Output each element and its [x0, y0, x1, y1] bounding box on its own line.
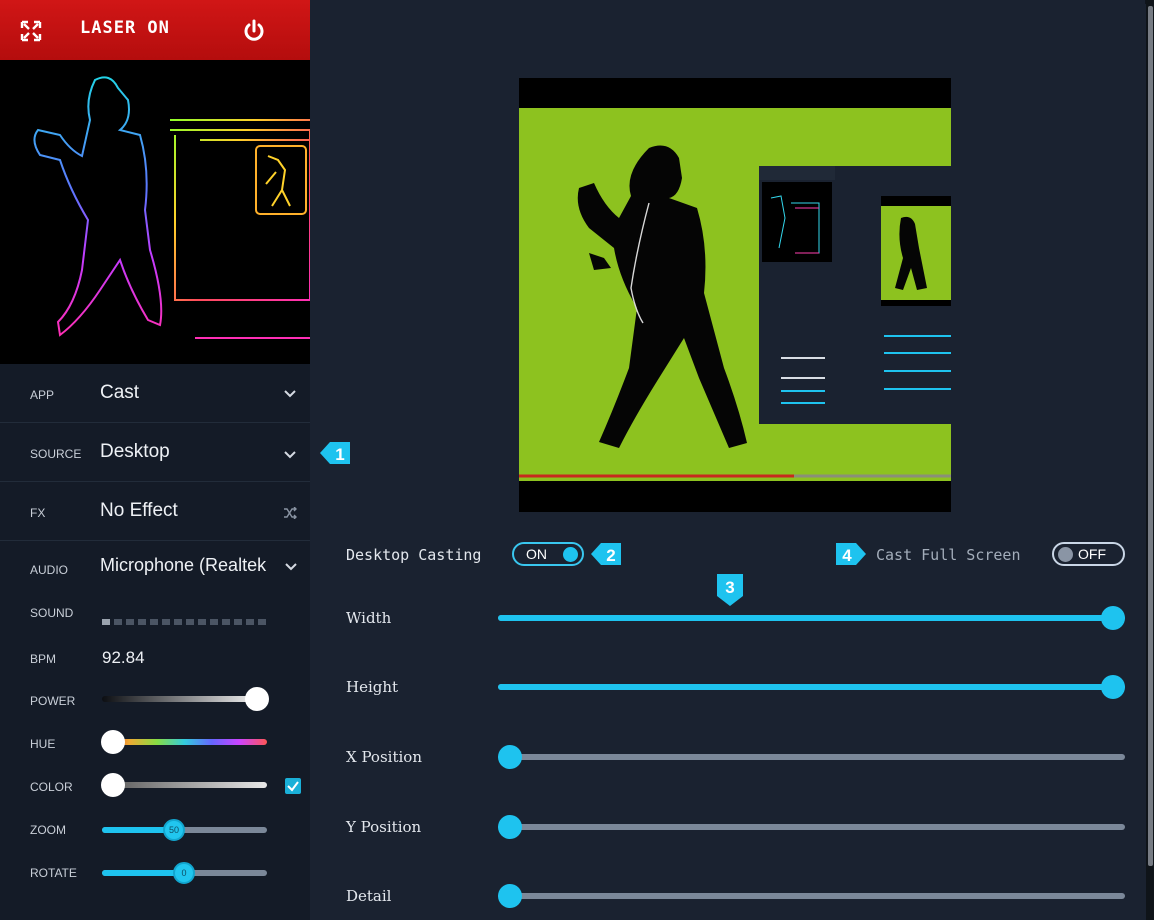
callout-badge-1-number: 1 [335, 445, 344, 464]
source-select-value[interactable]: Desktop [100, 441, 170, 463]
rotate-slider-fill [102, 870, 182, 876]
hue-slider-track[interactable] [102, 739, 267, 745]
fullscreen-icon[interactable] [20, 20, 42, 42]
callout-badge-3-number: 3 [725, 578, 734, 597]
bpm-label: BPM [30, 652, 57, 666]
sidebar: LASER ON APP Cast SOURCE Desktop FX No E… [0, 0, 310, 920]
audio-select-value[interactable]: Microphone (Realtek [100, 555, 266, 576]
hue-slider-handle[interactable] [101, 730, 125, 754]
fx-row[interactable]: FX No Effect [0, 482, 310, 541]
power-slider-handle[interactable] [245, 687, 269, 711]
slider-handle[interactable] [1101, 606, 1125, 630]
slider-label: X Position [346, 748, 422, 766]
callout-badge-3: 3 [717, 574, 743, 606]
chevron-down-icon[interactable] [284, 451, 296, 459]
callout-badge-2-number: 2 [606, 546, 615, 565]
callout-badge-4: 4 [836, 543, 866, 565]
slider-track[interactable] [498, 675, 1125, 699]
zoom-label: ZOOM [30, 823, 66, 837]
color-label: COLOR [30, 780, 73, 794]
callout-badge-1: 1 [320, 442, 350, 464]
slider-label: Height [346, 678, 399, 696]
desktop-casting-label: Desktop Casting [346, 546, 482, 564]
color-slider-track[interactable] [102, 782, 267, 788]
fx-label: FX [30, 506, 46, 520]
cast-preview [519, 78, 951, 512]
zoom-slider-handle[interactable]: 50 [163, 819, 185, 841]
power-slider-track[interactable] [102, 696, 267, 702]
slider-handle[interactable] [1101, 675, 1125, 699]
app-select-value[interactable]: Cast [100, 382, 139, 404]
slider-handle[interactable] [498, 815, 522, 839]
cast-preview-image [519, 108, 951, 481]
slider-label: Y Position [346, 818, 422, 836]
laser-status-bar: LASER ON [0, 0, 310, 60]
audio-row[interactable]: AUDIO Microphone (Realtek [0, 541, 310, 596]
source-label: SOURCE [30, 447, 82, 461]
checkmark-icon [287, 781, 299, 792]
slider-track[interactable] [498, 606, 1125, 630]
slider-track[interactable] [498, 815, 1125, 839]
sound-level-meter [102, 610, 267, 625]
hue-label: HUE [30, 737, 56, 751]
desktop-casting-toggle[interactable]: ON [512, 542, 584, 566]
power-label: POWER [30, 694, 76, 708]
cast-full-screen-state: OFF [1078, 546, 1106, 562]
shuffle-icon[interactable] [283, 507, 297, 519]
app-row[interactable]: APP Cast [0, 364, 310, 423]
laser-outline-drawing [33, 76, 310, 339]
scrollbar-thumb[interactable] [1148, 6, 1153, 866]
toggle-knob [563, 547, 578, 562]
cast-full-screen-label: Cast Full Screen [876, 546, 1021, 564]
desktop-casting-state: ON [526, 546, 547, 562]
source-row[interactable]: SOURCE Desktop [0, 423, 310, 482]
power-icon[interactable] [242, 19, 266, 43]
slider-fill [498, 615, 1125, 621]
app-label: APP [30, 388, 55, 402]
slider-handle[interactable] [498, 884, 522, 908]
slider-track[interactable] [498, 745, 1125, 769]
chevron-down-icon[interactable] [284, 390, 296, 398]
fx-select-value[interactable]: No Effect [100, 500, 178, 522]
cast-full-screen-toggle[interactable]: OFF [1052, 542, 1125, 566]
toggle-knob [1058, 547, 1073, 562]
audio-label: AUDIO [30, 563, 69, 577]
bpm-value: 92.84 [102, 648, 145, 667]
laser-preview [0, 60, 310, 364]
slider-label: Detail [346, 887, 392, 905]
laser-status-label: LASER ON [80, 18, 170, 38]
color-checkbox[interactable] [285, 778, 301, 794]
rotate-slider-handle[interactable]: 0 [173, 862, 195, 884]
rotate-label: ROTATE [30, 866, 77, 880]
sound-label: SOUND [30, 606, 74, 620]
callout-badge-2: 2 [591, 543, 621, 565]
slider-fill [498, 684, 1125, 690]
slider-track[interactable] [498, 884, 1125, 908]
chevron-down-icon[interactable] [285, 563, 297, 571]
color-slider-handle[interactable] [101, 773, 125, 797]
callout-badge-4-number: 4 [842, 546, 852, 565]
slider-handle[interactable] [498, 745, 522, 769]
slider-label: Width [346, 609, 392, 627]
